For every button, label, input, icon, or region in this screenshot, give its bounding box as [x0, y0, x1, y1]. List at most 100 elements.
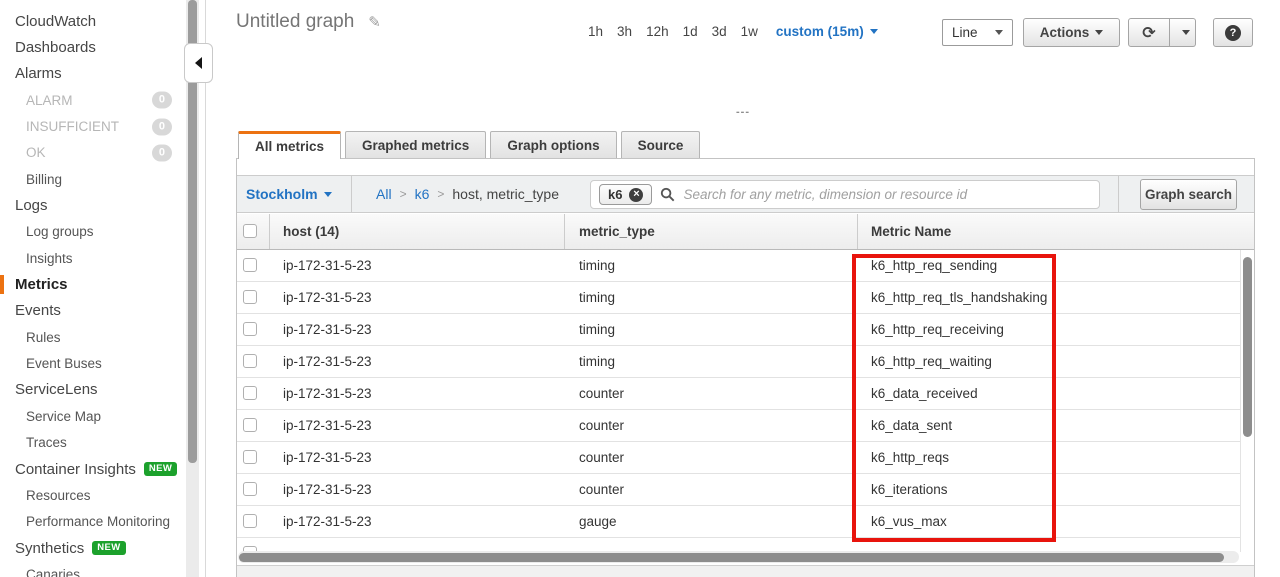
breadcrumb-separator: >: [400, 187, 407, 201]
sidebar-item-dashboards[interactable]: Dashboards: [0, 34, 205, 60]
column-header-host[interactable]: host (14): [283, 214, 339, 249]
row-checkbox[interactable]: [243, 514, 257, 528]
time-range-1d[interactable]: 1d: [683, 24, 698, 39]
tab-graphed-metrics[interactable]: Graphed metrics: [345, 131, 486, 158]
metric-search-input[interactable]: [683, 187, 1091, 202]
actions-button[interactable]: Actions: [1023, 18, 1120, 47]
row-checkbox[interactable]: [243, 482, 257, 496]
row-checkbox[interactable]: [243, 354, 257, 368]
panel-footer: [237, 565, 1254, 577]
row-checkbox[interactable]: [243, 450, 257, 464]
collapse-sidebar-button[interactable]: [184, 43, 213, 83]
sidebar-scrollbar-track: [186, 0, 199, 577]
help-icon: ?: [1225, 25, 1241, 41]
chevron-down-icon: [995, 30, 1003, 35]
sidebar-item-alarm[interactable]: ALARM0: [0, 87, 205, 113]
cloudwatch-metrics-screen: CloudWatch Dashboards Alarms ALARM0 INSU…: [0, 0, 1280, 577]
column-divider: [564, 214, 565, 249]
insufficient-count-badge: 0: [152, 118, 172, 135]
edit-title-icon[interactable]: ✎: [368, 13, 381, 31]
sidebar-item-insights[interactable]: Insights: [0, 245, 205, 271]
sidebar-item-resources[interactable]: Resources: [0, 482, 205, 508]
time-range-1w[interactable]: 1w: [741, 24, 758, 39]
column-header-metric-name[interactable]: Metric Name: [871, 214, 951, 249]
breadcrumb-k6[interactable]: k6: [415, 186, 430, 202]
graph-panel-resize-handle[interactable]: ---: [723, 106, 763, 118]
breadcrumb-all[interactable]: All: [376, 186, 392, 202]
table-row[interactable]: ip-172-31-5-23 timing k6_http_req_waitin…: [237, 346, 1241, 378]
sidebar-item-cloudwatch[interactable]: CloudWatch: [0, 8, 205, 34]
sidebar-item-alarms[interactable]: Alarms: [0, 61, 205, 87]
sidebar-item-event-buses[interactable]: Event Buses: [0, 350, 205, 376]
table-horizontal-scrollbar-thumb[interactable]: [239, 553, 1224, 562]
alarm-count-badge: 0: [152, 92, 172, 109]
tab-source[interactable]: Source: [621, 131, 701, 158]
new-badge: NEW: [92, 541, 125, 556]
table-header: host (14) metric_type Metric Name: [237, 214, 1254, 250]
table-row[interactable]: ip-172-31-5-23 gauge k6_vus_max: [237, 506, 1241, 538]
metrics-toolbar: Stockholm All > k6 > host, metric_type k…: [237, 175, 1254, 213]
tab-graph-options[interactable]: Graph options: [490, 131, 616, 158]
divider: [1240, 250, 1241, 552]
time-range-3d[interactable]: 3d: [712, 24, 727, 39]
sidebar-item-insufficient[interactable]: INSUFFICIENT0: [0, 113, 205, 139]
refresh-button[interactable]: ⟳: [1128, 18, 1170, 47]
sidebar-item-log-groups[interactable]: Log groups: [0, 219, 205, 245]
table-row[interactable]: ip-172-31-5-23 timing k6_http_req_sendin…: [237, 250, 1241, 282]
sidebar-item-traces[interactable]: Traces: [0, 430, 205, 456]
sidebar: CloudWatch Dashboards Alarms ALARM0 INSU…: [0, 0, 206, 577]
refresh-icon: ⟳: [1142, 25, 1155, 41]
row-checkbox[interactable]: [243, 322, 257, 336]
sidebar-item-billing[interactable]: Billing: [0, 166, 205, 192]
table-row[interactable]: ip-172-31-5-23 counter k6_data_received: [237, 378, 1241, 410]
chevron-down-icon: [1095, 30, 1103, 35]
breadcrumb-current: host, metric_type: [452, 186, 559, 202]
select-all-checkbox[interactable]: [243, 224, 257, 238]
column-divider: [857, 214, 858, 249]
metrics-tabs: All metrics Graphed metrics Graph option…: [238, 131, 704, 159]
time-range-12h[interactable]: 12h: [646, 24, 669, 39]
sidebar-item-synthetics[interactable]: SyntheticsNEW: [0, 535, 205, 561]
region-dropdown[interactable]: Stockholm: [246, 176, 332, 212]
sidebar-item-container-insights[interactable]: Container InsightsNEW: [0, 456, 205, 482]
search-filter-tag: k6 ×: [599, 184, 652, 205]
metric-search-box[interactable]: k6 ×: [590, 180, 1100, 209]
table-row[interactable]: ip-172-31-5-23 timing k6_http_req_receiv…: [237, 314, 1241, 346]
sidebar-item-ok[interactable]: OK0: [0, 140, 205, 166]
row-checkbox[interactable]: [243, 290, 257, 304]
sidebar-item-canaries[interactable]: Canaries: [0, 561, 205, 577]
ok-count-badge: 0: [152, 144, 172, 161]
column-header-metric-type[interactable]: metric_type: [579, 214, 655, 249]
sidebar-item-performance-monitoring[interactable]: Performance Monitoring: [0, 509, 205, 535]
time-range-3h[interactable]: 3h: [617, 24, 632, 39]
time-range-1h[interactable]: 1h: [588, 24, 603, 39]
sidebar-item-logs[interactable]: Logs: [0, 192, 205, 218]
metrics-table-body: ip-172-31-5-23 timing k6_http_req_sendin…: [237, 250, 1241, 562]
divider: [1118, 176, 1119, 212]
graph-type-select[interactable]: Line: [942, 19, 1013, 46]
divider: [351, 176, 352, 212]
breadcrumb: All > k6 > host, metric_type: [376, 176, 559, 212]
table-row[interactable]: ip-172-31-5-23 counter k6_data_sent: [237, 410, 1241, 442]
new-badge: NEW: [144, 462, 177, 477]
row-checkbox[interactable]: [243, 258, 257, 272]
graph-search-button[interactable]: Graph search: [1140, 179, 1237, 210]
sidebar-item-service-map[interactable]: Service Map: [0, 403, 205, 429]
table-row[interactable]: ip-172-31-5-23 counter k6_iterations: [237, 474, 1241, 506]
table-row[interactable]: ip-172-31-5-23 counter k6_http_reqs: [237, 442, 1241, 474]
sidebar-item-rules[interactable]: Rules: [0, 324, 205, 350]
row-checkbox[interactable]: [243, 418, 257, 432]
custom-time-range-dropdown[interactable]: custom (15m): [776, 24, 878, 39]
help-button[interactable]: ?: [1213, 18, 1253, 47]
all-metrics-panel: Stockholm All > k6 > host, metric_type k…: [236, 158, 1255, 577]
table-row[interactable]: ip-172-31-5-23 timing k6_http_req_tls_ha…: [237, 282, 1241, 314]
refresh-options-button[interactable]: [1170, 18, 1196, 47]
table-vertical-scrollbar-thumb[interactable]: [1243, 257, 1252, 437]
sidebar-item-events[interactable]: Events: [0, 298, 205, 324]
sidebar-item-servicelens[interactable]: ServiceLens: [0, 377, 205, 403]
sidebar-item-metrics[interactable]: Metrics: [0, 271, 205, 297]
tab-all-metrics[interactable]: All metrics: [238, 131, 341, 159]
refresh-button-group: ⟳: [1128, 18, 1196, 47]
row-checkbox[interactable]: [243, 386, 257, 400]
remove-tag-icon[interactable]: ×: [629, 188, 643, 202]
